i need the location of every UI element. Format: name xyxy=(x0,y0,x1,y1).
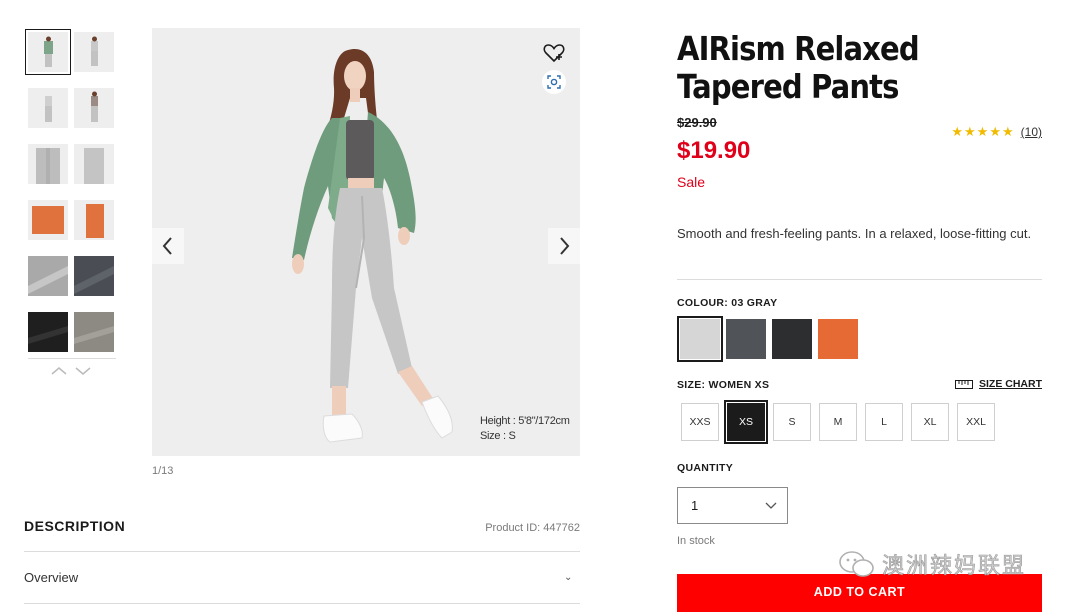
thumbnail-9[interactable] xyxy=(28,256,68,296)
divider xyxy=(677,279,1042,280)
sale-label: Sale xyxy=(677,174,706,190)
thumbnail-2[interactable] xyxy=(74,32,114,72)
size-chart-link[interactable]: SIZE CHART xyxy=(955,378,1042,390)
size-option-s[interactable]: S xyxy=(773,403,811,441)
size-option-xxl[interactable]: XXL xyxy=(957,403,995,441)
star-rating-icon: ★★★★★ xyxy=(951,124,1015,139)
quantity-select[interactable]: 1 xyxy=(677,487,788,524)
chevron-up-icon[interactable] xyxy=(50,364,68,378)
sale-price: $19.90 xyxy=(677,137,751,164)
thumbnail-divider xyxy=(28,358,116,359)
size-option-xl[interactable]: XL xyxy=(911,403,949,441)
size-option-xs[interactable]: XS xyxy=(724,400,768,444)
stock-status: In stock xyxy=(677,535,715,547)
description-heading: DESCRIPTION xyxy=(24,518,126,534)
thumbnail-7[interactable] xyxy=(28,200,68,240)
size-label: SIZE: WOMEN XS xyxy=(677,379,770,391)
product-id: Product ID: 447762 xyxy=(485,522,580,534)
size-option-m[interactable]: M xyxy=(819,403,857,441)
colour-swatch-dark-gray[interactable] xyxy=(726,319,766,359)
thumbnail-8[interactable] xyxy=(74,200,114,240)
thumbnail-1[interactable] xyxy=(25,29,71,75)
thumbnail-6[interactable] xyxy=(74,144,114,184)
model-info: Height : 5'8"/172cm Size : S xyxy=(480,414,570,444)
zoom-scan-icon[interactable] xyxy=(542,70,566,94)
rating[interactable]: ★★★★★ (10) xyxy=(951,124,1042,140)
next-image-button[interactable] xyxy=(548,228,580,264)
model-height-text: Height : 5'8"/172cm xyxy=(480,415,570,427)
quantity-value: 1 xyxy=(691,498,699,513)
chevron-down-icon[interactable]: ⌄ xyxy=(564,572,572,583)
thumbnail-3[interactable] xyxy=(28,88,68,128)
main-product-image[interactable]: Height : 5'8"/172cm Size : S xyxy=(152,28,580,456)
model-size-text: Size : S xyxy=(480,430,516,442)
ruler-icon xyxy=(955,379,973,389)
size-chart-text: SIZE CHART xyxy=(979,378,1042,390)
thumbnail-4[interactable] xyxy=(74,88,114,128)
favorite-heart-icon[interactable] xyxy=(542,42,566,64)
image-counter: 1/13 xyxy=(152,465,174,477)
divider xyxy=(24,603,580,604)
colour-label: COLOUR: 03 GRAY xyxy=(677,297,778,309)
colour-swatch-gray[interactable] xyxy=(677,316,723,362)
thumbnail-5[interactable] xyxy=(28,144,68,184)
thumbnail-11[interactable] xyxy=(28,312,68,352)
watermark: 澳洲辣妈联盟 xyxy=(838,548,1026,580)
watermark-text: 澳洲辣妈联盟 xyxy=(882,553,1027,579)
size-option-l[interactable]: L xyxy=(865,403,903,441)
colour-swatch-orange[interactable] xyxy=(818,319,858,359)
thumbnail-12[interactable] xyxy=(74,312,114,352)
size-option-xxs[interactable]: XXS xyxy=(681,403,719,441)
product-summary: Smooth and fresh-feeling pants. In a rel… xyxy=(677,226,1032,241)
wechat-logo-icon xyxy=(839,551,874,577)
overview-accordion[interactable]: Overview xyxy=(24,570,78,585)
chevron-down-icon[interactable] xyxy=(74,364,92,378)
model-photo xyxy=(152,28,580,456)
review-count-link[interactable]: (10) xyxy=(1021,125,1042,139)
colour-swatch-black[interactable] xyxy=(772,319,812,359)
thumbnail-10[interactable] xyxy=(74,256,114,296)
chevron-down-icon xyxy=(765,502,777,509)
quantity-label: QUANTITY xyxy=(677,462,734,474)
original-price: $29.90 xyxy=(677,115,717,130)
divider xyxy=(24,551,580,552)
product-title: AIRism Relaxed Tapered Pants xyxy=(677,29,920,106)
previous-image-button[interactable] xyxy=(152,228,184,264)
